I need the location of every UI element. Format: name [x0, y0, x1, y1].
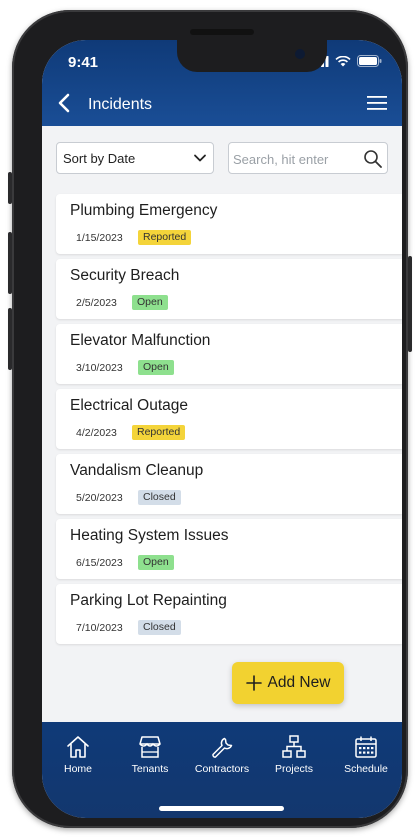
search-box	[228, 142, 388, 174]
app-screen: 9:41 Incidents Sort by Date Search, hit …	[42, 40, 402, 818]
tab-projects[interactable]: Projects	[258, 734, 330, 775]
incident-date: 7/10/2023	[76, 622, 123, 634]
tab-schedule[interactable]: Schedule	[330, 734, 402, 775]
incident-title: Electrical Outage	[70, 397, 189, 414]
chevron-down-icon	[194, 154, 206, 162]
hamburger-menu-icon	[367, 96, 387, 110]
incident-date: 5/20/2023	[76, 492, 123, 504]
front-camera	[295, 49, 305, 59]
plus-icon	[245, 675, 262, 691]
incident-date: 2/5/2023	[76, 297, 117, 309]
incident-title: Security Breach	[70, 267, 180, 284]
status-badge: Open	[138, 360, 174, 375]
back-button[interactable]	[56, 92, 74, 114]
status-badge: Reported	[132, 425, 186, 440]
tab-label: Schedule	[344, 763, 388, 775]
tab-label: Projects	[275, 763, 313, 775]
incident-card[interactable]: Security Breach 2/5/2023 Open	[56, 259, 402, 319]
status-badge: Closed	[138, 620, 181, 635]
status-badge: Closed	[138, 490, 181, 505]
volume-down-button	[8, 308, 12, 370]
search-input[interactable]	[233, 149, 357, 169]
mute-switch	[8, 172, 12, 204]
incident-card[interactable]: Electrical Outage 4/2/2023 Reported	[56, 389, 402, 449]
bottom-tab-bar: Home Tenants Contractors Projects Schedu…	[42, 722, 402, 818]
battery-icon	[357, 55, 382, 67]
notch	[177, 40, 327, 72]
chevron-left-icon	[58, 93, 70, 113]
incident-title: Elevator Malfunction	[70, 332, 211, 349]
sort-dropdown[interactable]: Sort by Date	[56, 142, 214, 174]
status-badge: Open	[138, 555, 174, 570]
tab-home[interactable]: Home	[42, 734, 114, 775]
power-button	[408, 256, 412, 352]
home-indicator	[159, 806, 284, 811]
sort-dropdown-label: Sort by Date	[63, 151, 136, 166]
incident-date: 1/15/2023	[76, 232, 123, 244]
incident-title: Vandalism Cleanup	[70, 462, 204, 479]
incident-card[interactable]: Parking Lot Repainting 7/10/2023 Closed	[56, 584, 402, 644]
incident-date: 6/15/2023	[76, 557, 123, 569]
incident-title: Parking Lot Repainting	[70, 592, 227, 609]
earpiece-speaker	[190, 29, 254, 35]
phone-frame: 9:41 Incidents Sort by Date Search, hit …	[8, 10, 412, 828]
tab-label: Tenants	[131, 763, 169, 775]
calendar-icon	[355, 736, 377, 758]
add-new-button[interactable]: Add New	[232, 662, 344, 704]
tab-contractors[interactable]: Contractors	[186, 734, 258, 775]
wrench-icon	[212, 737, 233, 758]
incident-card[interactable]: Vandalism Cleanup 5/20/2023 Closed	[56, 454, 402, 514]
incident-date: 3/10/2023	[76, 362, 123, 374]
add-new-label: Add New	[267, 674, 331, 691]
incident-card[interactable]: Plumbing Emergency 1/15/2023 Reported	[56, 194, 402, 254]
incident-title: Heating System Issues	[70, 527, 229, 544]
volume-up-button	[8, 232, 12, 294]
wifi-icon	[335, 55, 351, 66]
tab-tenants[interactable]: Tenants	[114, 734, 186, 775]
tab-label: Home	[63, 763, 92, 775]
incident-date: 4/2/2023	[76, 427, 117, 439]
incident-card[interactable]: Elevator Malfunction 3/10/2023 Open	[56, 324, 402, 384]
incident-list: Plumbing Emergency 1/15/2023 Reported Se…	[56, 194, 402, 649]
page-title: Incidents	[88, 96, 153, 113]
status-badge: Reported	[138, 230, 192, 245]
storefront-icon	[139, 736, 161, 758]
hierarchy-icon	[282, 735, 306, 758]
incident-title: Plumbing Emergency	[70, 202, 218, 219]
home-icon	[67, 736, 89, 758]
tab-label: Contractors	[194, 763, 250, 775]
search-icon[interactable]	[363, 149, 383, 169]
status-time: 9:41	[68, 54, 99, 71]
incident-card[interactable]: Heating System Issues 6/15/2023 Open	[56, 519, 402, 579]
menu-button[interactable]	[366, 94, 388, 112]
status-badge: Open	[132, 295, 168, 310]
